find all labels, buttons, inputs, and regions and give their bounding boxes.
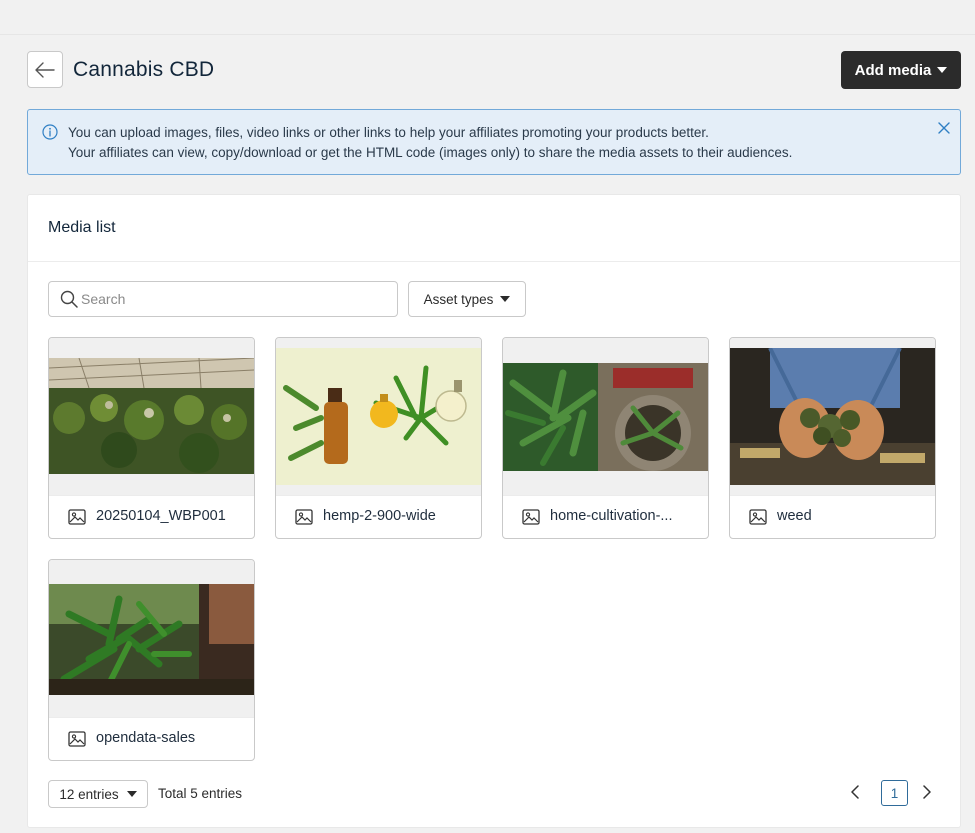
image-icon	[68, 731, 86, 747]
cbd-oil-bottles-image	[276, 348, 481, 485]
hands-holding-buds-image	[730, 348, 935, 485]
chevron-left-icon[interactable]	[850, 785, 860, 799]
media-thumbnail	[276, 338, 481, 495]
search-box[interactable]	[48, 281, 398, 317]
info-banner: You can upload images, files, video link…	[27, 109, 961, 175]
total-entries: Total 5 entries	[158, 786, 243, 801]
asset-types-dropdown[interactable]: Asset types	[408, 281, 526, 317]
media-name: weed	[777, 508, 812, 524]
media-footer: home-cultivation-...	[503, 495, 708, 538]
media-thumbnail	[49, 560, 254, 717]
top-divider	[0, 34, 975, 35]
media-footer: opendata-sales	[49, 717, 254, 760]
media-footer: hemp-2-900-wide	[276, 495, 481, 538]
chevron-right-icon[interactable]	[922, 785, 932, 799]
info-line-1: You can upload images, files, video link…	[68, 125, 709, 140]
caret-down-icon	[500, 296, 511, 302]
media-name: home-cultivation-...	[550, 508, 673, 524]
info-line-2: Your affiliates can view, copy/download …	[68, 145, 793, 160]
page-number-current[interactable]: 1	[881, 780, 908, 806]
image-icon	[749, 509, 767, 525]
plant-cultivation-image	[49, 584, 254, 695]
media-footer: 20250104_WBP001	[49, 495, 254, 538]
media-name: 20250104_WBP001	[96, 508, 226, 524]
media-list-card: Media list Asset types	[27, 194, 961, 828]
media-item[interactable]: hemp-2-900-wide	[275, 337, 482, 539]
greenhouse-cannabis-image	[49, 358, 254, 474]
home-cultivation-image	[503, 363, 708, 471]
media-item[interactable]: weed	[729, 337, 936, 539]
add-media-label: Add media	[854, 61, 932, 79]
per-page-dropdown[interactable]: 12 entries	[48, 780, 148, 808]
search-icon	[60, 290, 78, 308]
media-thumbnail	[730, 338, 935, 495]
image-icon	[68, 509, 86, 525]
media-footer: weed	[730, 495, 935, 538]
per-page-label: 12 entries	[59, 786, 119, 802]
arrow-left-icon	[35, 61, 55, 78]
caret-down-icon	[126, 791, 137, 797]
caret-down-icon	[937, 67, 948, 73]
media-item[interactable]: 20250104_WBP001	[48, 337, 255, 539]
media-name: hemp-2-900-wide	[323, 508, 436, 524]
image-icon	[295, 509, 313, 525]
media-item[interactable]: home-cultivation-...	[502, 337, 709, 539]
asset-types-label: Asset types	[423, 291, 494, 307]
image-icon	[522, 509, 540, 525]
media-list-title: Media list	[48, 219, 116, 236]
card-divider	[28, 261, 960, 262]
media-item[interactable]: opendata-sales	[48, 559, 255, 761]
close-icon[interactable]	[938, 122, 950, 134]
media-name: opendata-sales	[96, 730, 196, 746]
add-media-button[interactable]: Add media	[841, 51, 961, 89]
info-icon	[42, 124, 58, 140]
media-thumbnail	[49, 338, 254, 495]
page-title: Cannabis CBD	[73, 58, 215, 81]
media-thumbnail	[503, 338, 708, 495]
info-text: You can upload images, files, video link…	[68, 123, 792, 163]
back-button[interactable]	[27, 51, 63, 88]
search-input[interactable]	[81, 283, 391, 315]
